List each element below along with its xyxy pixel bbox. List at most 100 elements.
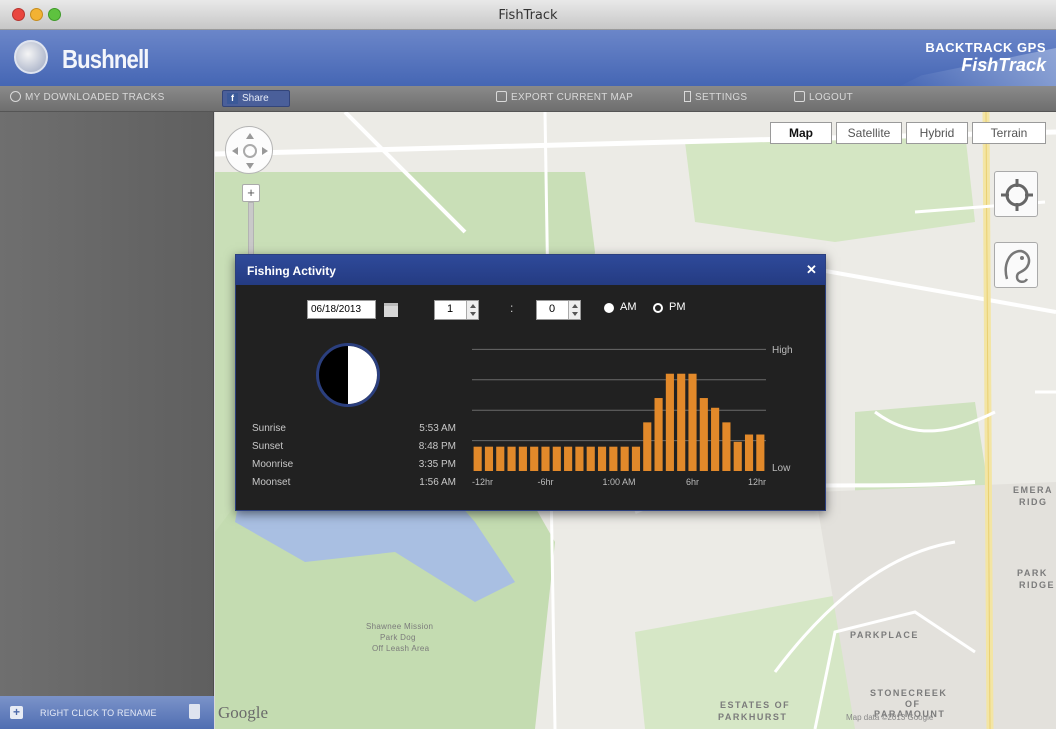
map-type-terrain[interactable]: Terrain <box>972 122 1046 144</box>
fishing-activity-chart: High Low -12hr -6hr 1:00 AM 6hr 12hr <box>472 345 793 487</box>
product-brand: BACKTRACK GPS FishTrack <box>896 40 1046 84</box>
chart-xtick-label: 1:00 AM <box>602 477 635 487</box>
date-input[interactable]: 06/18/2013 <box>307 300 376 319</box>
map-label-park: PARK <box>1017 568 1048 578</box>
am-radio[interactable] <box>604 303 614 313</box>
chart-bar <box>722 422 731 471</box>
zoom-slider[interactable] <box>248 202 254 258</box>
export-icon <box>496 91 507 102</box>
bushnell-logo-icon <box>14 40 48 74</box>
map-label-ridge2: RIDGE <box>1019 580 1056 590</box>
crosshair-icon <box>1001 179 1033 211</box>
facebook-icon: f <box>227 93 238 104</box>
dialog-header: Fishing Activity ✕ <box>236 255 825 285</box>
map-label-estates: ESTATES OF <box>720 700 791 710</box>
brand-line-1: BACKTRACK GPS <box>925 40 1046 55</box>
brand-line-2: FishTrack <box>961 55 1046 75</box>
dialog-title: Fishing Activity <box>247 264 336 278</box>
zoom-in-button[interactable]: + <box>242 184 260 202</box>
my-tracks-button[interactable]: MY DOWNLOADED TRACKS <box>10 91 165 103</box>
google-logo: Google <box>218 703 269 722</box>
logout-icon <box>794 91 805 102</box>
refresh-icon <box>10 91 21 102</box>
sunset-label: Sunset <box>252 441 284 452</box>
moonset-value: 1:56 AM <box>419 477 456 488</box>
moonrise-value: 3:35 PM <box>418 459 456 470</box>
toolbar: MY DOWNLOADED TRACKS f Share EXPORT CURRE… <box>0 86 1056 112</box>
chart-bar <box>744 434 754 471</box>
map-type-hybrid[interactable]: Hybrid <box>906 122 968 144</box>
chart-bar <box>620 446 629 471</box>
chart-bar <box>711 407 720 471</box>
share-label: Share <box>242 93 269 104</box>
moon-lit-half <box>348 346 377 404</box>
pm-label: PM <box>669 301 686 313</box>
pan-control[interactable] <box>225 126 273 174</box>
window-titlebar: FishTrack <box>0 0 1056 30</box>
hour-spinner-arrows[interactable] <box>466 301 478 319</box>
map-label-stonecreek: STONECREEK <box>870 688 948 698</box>
wrench-icon <box>684 91 691 102</box>
sunrise-value: 5:53 AM <box>419 423 456 434</box>
chart-bar <box>631 446 641 471</box>
window-title: FishTrack <box>498 8 558 23</box>
trash-icon[interactable] <box>189 704 200 719</box>
my-tracks-label: MY DOWNLOADED TRACKS <box>25 92 165 103</box>
facebook-share-button[interactable]: f Share <box>222 90 290 107</box>
fish-activity-button[interactable] <box>994 242 1038 288</box>
chart-bar <box>507 446 516 471</box>
chart-bar <box>654 398 663 471</box>
settings-label: SETTINGS <box>695 92 748 103</box>
tracks-sidebar[interactable] <box>0 112 214 696</box>
chart-bar <box>484 446 494 471</box>
map-label-of: OF <box>905 699 921 709</box>
time-separator: : <box>510 301 514 315</box>
moonrise-label: Moonrise <box>252 459 294 470</box>
map-label-parkplace: PARKPLACE <box>850 630 919 640</box>
hour-stepper[interactable]: 1 <box>434 300 479 320</box>
chart-xtick-label: -6hr <box>537 477 553 487</box>
chart-bar <box>586 446 595 471</box>
chart-xtick-label: 12hr <box>748 477 766 487</box>
logout-button[interactable]: LOGOUT <box>794 91 853 103</box>
chart-bar <box>756 434 765 471</box>
dialog-close-button[interactable]: ✕ <box>806 262 817 278</box>
chart-bar <box>575 446 584 471</box>
export-map-button[interactable]: EXPORT CURRENT MAP <box>496 91 633 103</box>
minute-value: 0 <box>548 303 556 315</box>
hour-value: 1 <box>446 303 454 315</box>
sunset-value: 8:48 PM <box>418 441 456 452</box>
minute-stepper[interactable]: 0 <box>536 300 581 320</box>
map-label-parkhurst: PARKHURST <box>718 712 788 722</box>
settings-button[interactable]: SETTINGS <box>684 91 747 103</box>
map-type-satellite[interactable]: Satellite <box>836 122 902 144</box>
sunrise-label: Sunrise <box>252 423 286 434</box>
brand-logo-text: Bushnell <box>62 44 149 74</box>
calendar-icon[interactable] <box>384 303 398 317</box>
chart-bar <box>552 446 561 471</box>
chart-bar <box>473 446 482 471</box>
map-label-emerald: EMERA <box>1013 485 1054 495</box>
chart-ylabel-high: High <box>772 345 793 356</box>
chart-xtick-label: -12hr <box>472 477 493 487</box>
minute-spinner-arrows[interactable] <box>568 301 580 319</box>
chart-bar <box>733 441 742 471</box>
export-label: EXPORT CURRENT MAP <box>511 92 634 103</box>
chart-bar <box>564 446 573 471</box>
map-label-park-area-3: Off Leash Area <box>372 644 430 653</box>
chart-bar <box>699 398 708 471</box>
fishing-activity-dialog: Fishing Activity ✕ 06/18/2013 1 : 0 AM P… <box>235 254 826 511</box>
chart-ylabel-low: Low <box>772 463 791 474</box>
chart-bar <box>677 373 686 471</box>
chart-bar <box>541 446 550 471</box>
pm-radio[interactable] <box>653 303 663 313</box>
map-type-map[interactable]: Map <box>770 122 832 144</box>
map-copyright: Map data ©2013 Google <box>846 713 934 722</box>
add-track-icon[interactable]: + <box>10 706 23 719</box>
locate-button[interactable] <box>994 171 1038 217</box>
chart-bar <box>665 373 674 471</box>
fish-icon <box>1004 249 1031 283</box>
rename-hint: RIGHT CLICK TO RENAME <box>40 708 157 718</box>
chart-bar <box>597 446 607 471</box>
am-label: AM <box>620 301 637 313</box>
